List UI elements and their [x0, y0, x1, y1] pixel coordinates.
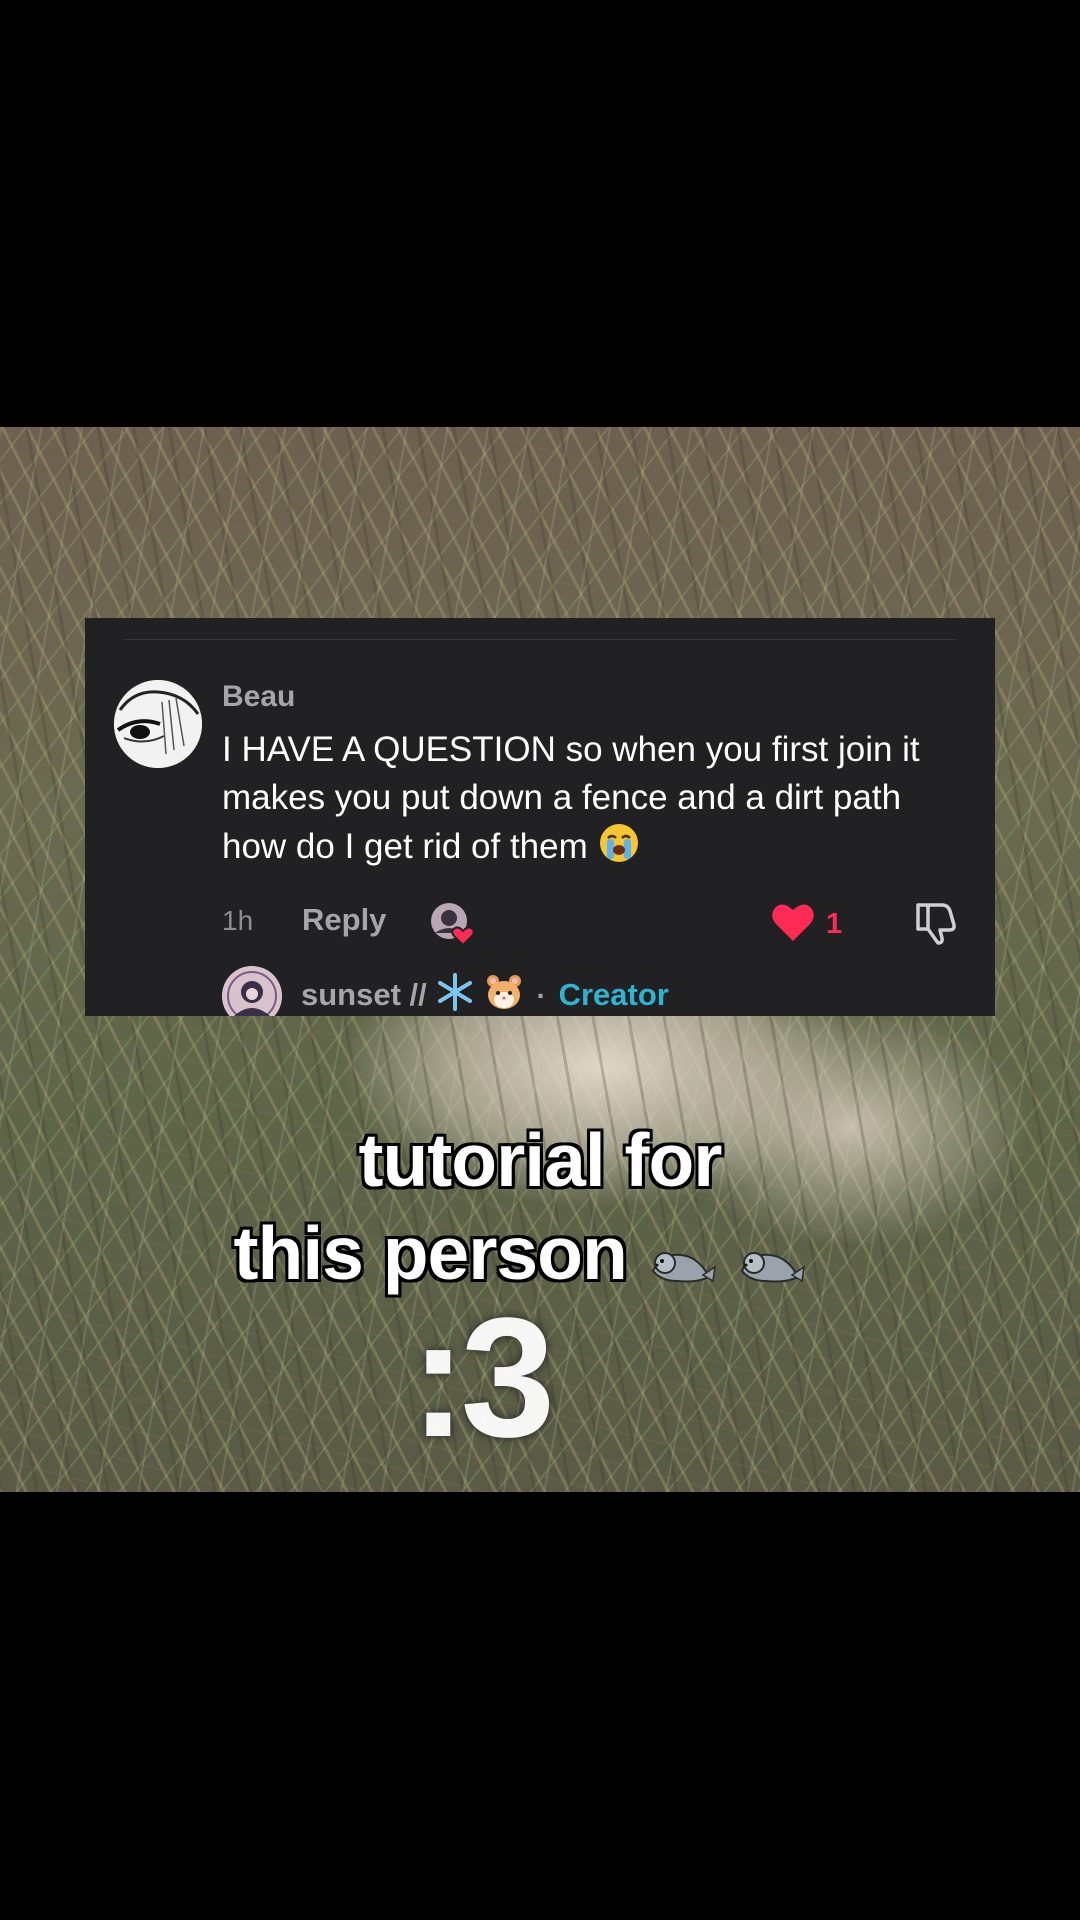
face-overlay-text: :3 [410, 1283, 555, 1473]
creator-reply-row[interactable]: sunset // · Creator [222, 962, 962, 1016]
seal-emoji [651, 1252, 716, 1283]
hamster-emoji [487, 975, 522, 1009]
divider [125, 639, 955, 640]
loudly-crying-face-emoji [599, 824, 638, 862]
comment-body: I HAVE A QUESTION so when you first join… [222, 730, 920, 866]
comment-text: I HAVE A QUESTION so when you first join… [222, 726, 962, 871]
creator-liked-badge-icon [431, 903, 475, 947]
creator-avatar[interactable] [222, 966, 282, 1016]
separator-dot: · [536, 980, 546, 1011]
creator-name-line: sunset // · Creator [301, 972, 669, 1013]
comment-meta-row: 1h Reply 1 [222, 895, 962, 947]
comment-time: 1h [222, 905, 254, 936]
comment-card: Beau I HAVE A QUESTION so when you first… [85, 618, 995, 1016]
commenter-avatar[interactable] [114, 680, 202, 768]
creator-badge: Creator [558, 977, 669, 1012]
heart-icon [772, 904, 814, 941]
seal-emoji [741, 1252, 806, 1283]
creator-username[interactable]: sunset // [301, 977, 427, 1012]
snowflake-emoji [438, 973, 473, 1011]
commenter-username[interactable]: Beau [222, 680, 295, 714]
caption-line-1: tutorial for [358, 1118, 723, 1202]
like-count: 1 [826, 908, 843, 940]
reply-button[interactable]: Reply [302, 902, 386, 938]
dislike-icon[interactable] [912, 897, 960, 945]
